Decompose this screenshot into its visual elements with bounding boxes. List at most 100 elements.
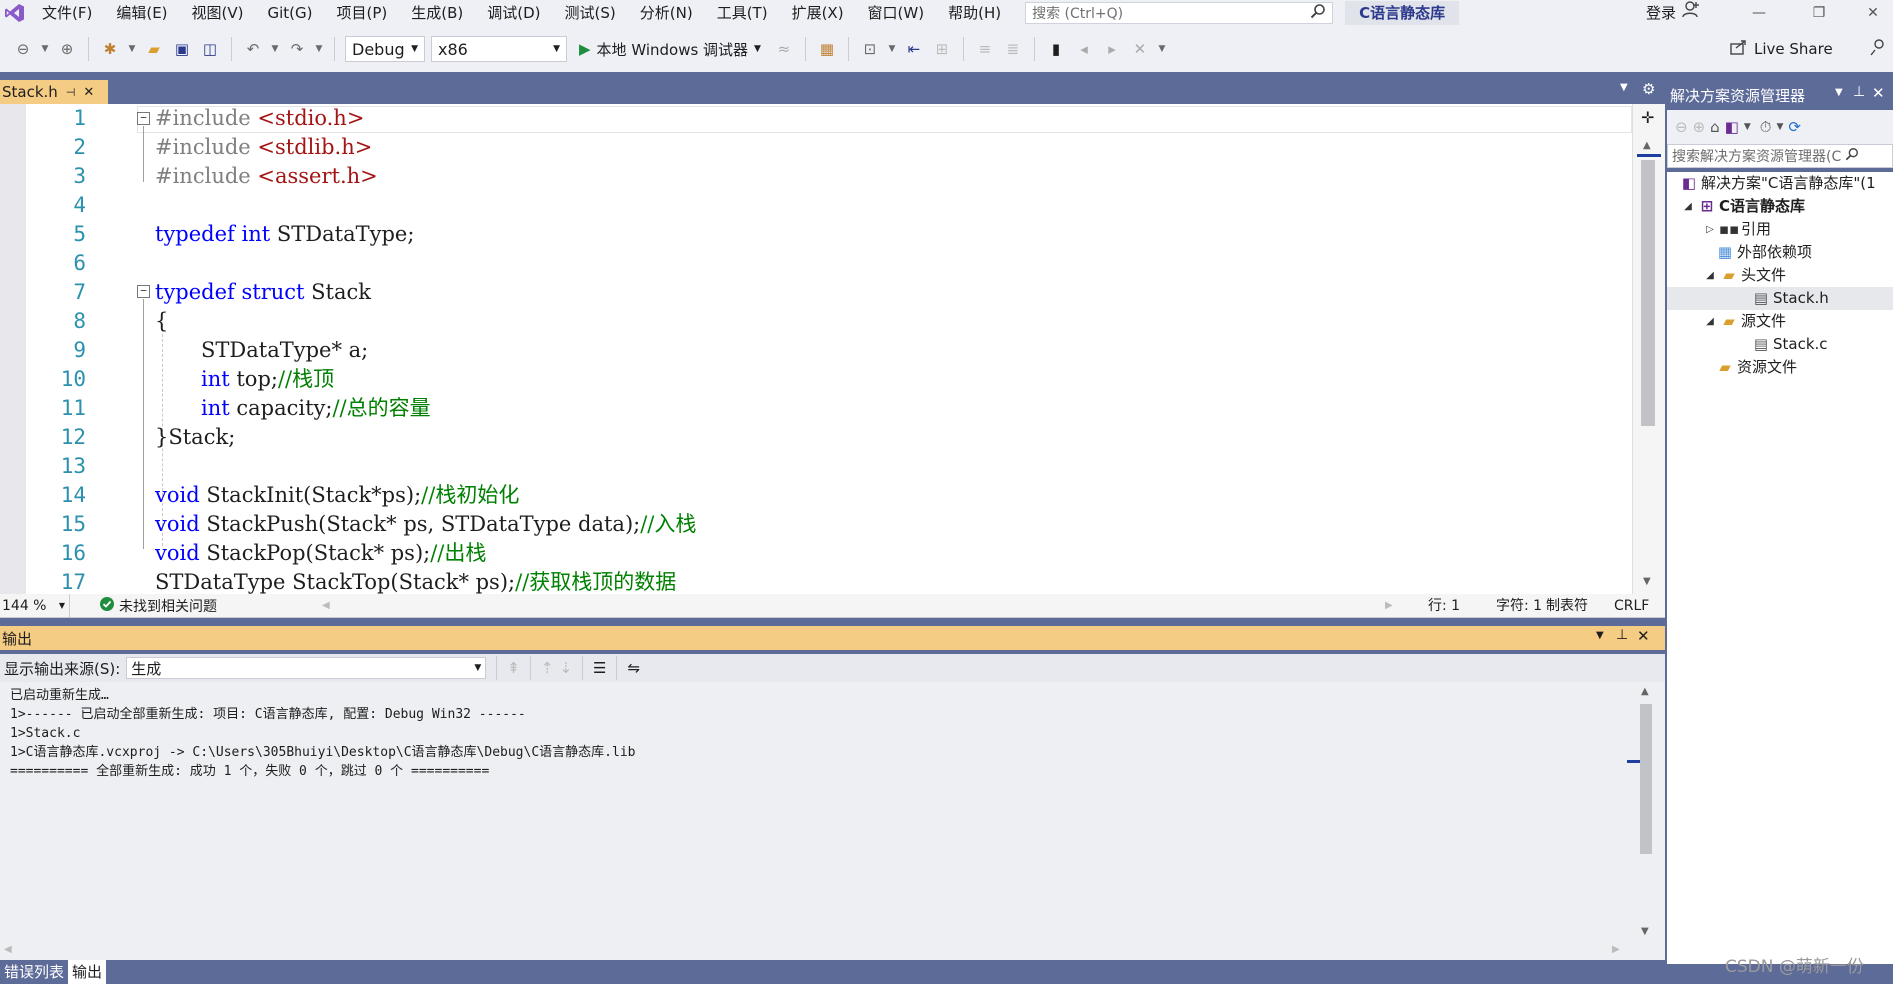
switch-views-dropdown-icon[interactable]: ▼ (1744, 122, 1751, 132)
menu-build[interactable]: 生成(B) (399, 0, 475, 26)
visual-studio-logo-icon[interactable] (0, 0, 30, 26)
settings-gear-icon[interactable]: ⚙ (1642, 80, 1655, 98)
navigate-forward-icon[interactable]: ⊕ (56, 38, 78, 60)
clear-bookmarks-icon[interactable]: ✕ (1129, 38, 1151, 60)
scroll-up-icon[interactable]: ▲ (1641, 686, 1649, 697)
expanded-icon[interactable]: ◢ (1703, 310, 1717, 333)
undo-icon[interactable]: ↶ (242, 38, 264, 60)
undo-dropdown-icon[interactable]: ▼ (270, 38, 280, 60)
platform-select[interactable]: x86 ▼ (431, 36, 567, 62)
pending-changes-dropdown-icon[interactable]: ▼ (1777, 122, 1784, 132)
scroll-down-icon[interactable]: ▼ (1641, 926, 1649, 937)
output-horizontal-scrollbar[interactable]: ◀ ▶ (0, 942, 1665, 960)
tree-project[interactable]: ◢ ⊞ C语言静态库 (1681, 195, 1805, 218)
next-bookmark-icon[interactable]: ▸ (1101, 38, 1123, 60)
comment-out-icon[interactable]: ⊞ (931, 38, 953, 60)
switch-views-icon[interactable]: ◧ (1725, 118, 1739, 136)
pin-icon[interactable]: ⊥ (1853, 84, 1865, 100)
step-icon[interactable]: ⇤ (903, 38, 925, 60)
open-folder-icon[interactable]: ▰ (143, 38, 165, 60)
redo-icon[interactable]: ↷ (286, 38, 308, 60)
menu-file[interactable]: 文件(F) (30, 0, 104, 26)
tree-file-stack-h[interactable]: ▤ Stack.h (1667, 287, 1893, 310)
scroll-left-icon[interactable]: ◀ (4, 944, 12, 955)
scroll-left-icon[interactable]: ◀ (322, 594, 330, 618)
back-icon[interactable]: ⊖ (1675, 118, 1688, 136)
close-tab-icon[interactable]: ✕ (83, 85, 94, 100)
pending-changes-icon[interactable]: ⏱ (1760, 118, 1772, 136)
tree-file-stack-c[interactable]: ▤ Stack.c (1753, 333, 1828, 356)
browse-folder-icon[interactable]: ▦ (816, 38, 838, 60)
new-dropdown-icon[interactable]: ▼ (127, 38, 137, 60)
sign-in-button[interactable]: 登录 (1646, 0, 1700, 26)
zoom-select[interactable]: 144 % ▼ (0, 593, 70, 618)
home-icon[interactable]: ⌂ (1710, 118, 1720, 136)
save-all-icon[interactable]: ◫ (199, 38, 221, 60)
menu-help[interactable]: 帮助(H) (936, 0, 1013, 26)
collapse-region-icon[interactable]: − (137, 112, 150, 125)
tree-solution[interactable]: ◧ 解决方案"C语言静态库"(1 (1681, 172, 1876, 195)
scroll-down-icon[interactable]: ▼ (1643, 576, 1651, 587)
screenshot-dropdown-icon[interactable]: ▼ (887, 38, 897, 60)
toolbar-overflow-icon[interactable]: ▼ (1157, 38, 1167, 60)
forward-icon[interactable]: ⊕ (1693, 118, 1706, 136)
menu-tools[interactable]: 工具(T) (705, 0, 780, 26)
window-position-icon[interactable]: ▼ (1596, 630, 1604, 641)
tree-references[interactable]: ▷ ▪▪ 引用 (1703, 218, 1771, 241)
close-window-button[interactable]: ✕ (1850, 0, 1893, 26)
pin-icon[interactable]: ⊣ (66, 86, 76, 99)
back-dropdown-icon[interactable]: ▼ (40, 38, 50, 60)
new-project-icon[interactable]: ✱ (99, 38, 121, 60)
expanded-icon[interactable]: ◢ (1703, 264, 1717, 287)
menu-debug[interactable]: 调试(D) (475, 0, 552, 26)
navigate-back-icon[interactable]: ⊖ (12, 38, 34, 60)
expanded-icon[interactable]: ◢ (1681, 195, 1695, 218)
previous-bookmark-icon[interactable]: ◂ (1073, 38, 1095, 60)
tree-source-files[interactable]: ◢ ▰ 源文件 (1703, 310, 1786, 333)
line-indicator[interactable]: 行: 1 (1428, 594, 1460, 618)
tree-resource-files[interactable]: ▰ 资源文件 (1717, 356, 1797, 379)
restore-button[interactable]: ❐ (1796, 0, 1842, 26)
split-window-icon[interactable]: ✛ (1641, 108, 1654, 127)
tab-error-list[interactable]: 错误列表 (0, 960, 68, 984)
issues-indicator[interactable]: 未找到相关问题 (100, 596, 217, 616)
editor-vertical-scrollbar[interactable]: ✛ ▲ ▼ (1632, 104, 1665, 594)
output-vertical-scrollbar[interactable]: ▲ ▼ (1627, 682, 1657, 942)
tree-external-dependencies[interactable]: ▦ 外部依赖项 (1717, 241, 1812, 264)
window-position-icon[interactable]: ▼ (1835, 87, 1843, 98)
redo-dropdown-icon[interactable]: ▼ (314, 38, 324, 60)
tab-list-dropdown-icon[interactable]: ▼ (1620, 82, 1628, 93)
scroll-right-icon[interactable]: ▶ (1385, 594, 1393, 618)
solution-explorer-search-input[interactable]: 搜索解决方案资源管理器(C (1667, 144, 1893, 168)
menu-view[interactable]: 视图(V) (180, 0, 256, 26)
collapsed-icon[interactable]: ▷ (1703, 218, 1717, 241)
tab-stack-h[interactable]: Stack.h ⊣ ✕ (0, 80, 108, 104)
line-ending-indicator[interactable]: CRLF (1614, 594, 1649, 618)
next-message-icon[interactable]: ⇣ (559, 659, 572, 677)
feedback-icon[interactable] (1869, 38, 1887, 60)
bookmark-icon[interactable]: ▮ (1045, 38, 1067, 60)
output-source-select[interactable]: 生成 ▼ (126, 657, 487, 679)
scroll-up-icon[interactable]: ▲ (1643, 140, 1651, 151)
outdent-icon[interactable]: ≣ (1002, 38, 1024, 60)
save-icon[interactable]: ▣ (171, 38, 193, 60)
menu-project[interactable]: 项目(P) (325, 0, 400, 26)
scroll-thumb[interactable] (1641, 160, 1655, 426)
menu-extensions[interactable]: 扩展(X) (780, 0, 856, 26)
global-search-input[interactable]: 搜索 (Ctrl+Q) (1025, 2, 1334, 24)
output-text[interactable]: 已启动重新生成… 1>------ 已启动全部重新生成: 项目: C语言静态库,… (0, 682, 1665, 960)
menu-edit[interactable]: 编辑(E) (104, 0, 179, 26)
tree-header-files[interactable]: ◢ ▰ 头文件 (1703, 264, 1786, 287)
word-wrap-icon[interactable]: ⇋ (627, 659, 640, 677)
configuration-select[interactable]: Debug ▼ (345, 36, 425, 62)
menu-analyze[interactable]: 分析(N) (628, 0, 705, 26)
scroll-thumb[interactable] (1640, 704, 1652, 854)
scroll-right-icon[interactable]: ▶ (1612, 944, 1620, 955)
previous-message-icon[interactable]: ⇡ (541, 659, 554, 677)
tabs-indicator[interactable]: 制表符 (1546, 594, 1588, 618)
pin-icon[interactable]: ⊥ (1616, 627, 1628, 643)
clear-all-icon[interactable]: ☰ (593, 659, 606, 677)
code-editor[interactable]: 1 2 3 4 5 6 7 8 9 10 11 12 13 14 15 16 1… (0, 104, 1665, 594)
close-panel-icon[interactable]: ✕ (1637, 627, 1650, 645)
hot-reload-icon[interactable]: ≈ (773, 38, 795, 60)
